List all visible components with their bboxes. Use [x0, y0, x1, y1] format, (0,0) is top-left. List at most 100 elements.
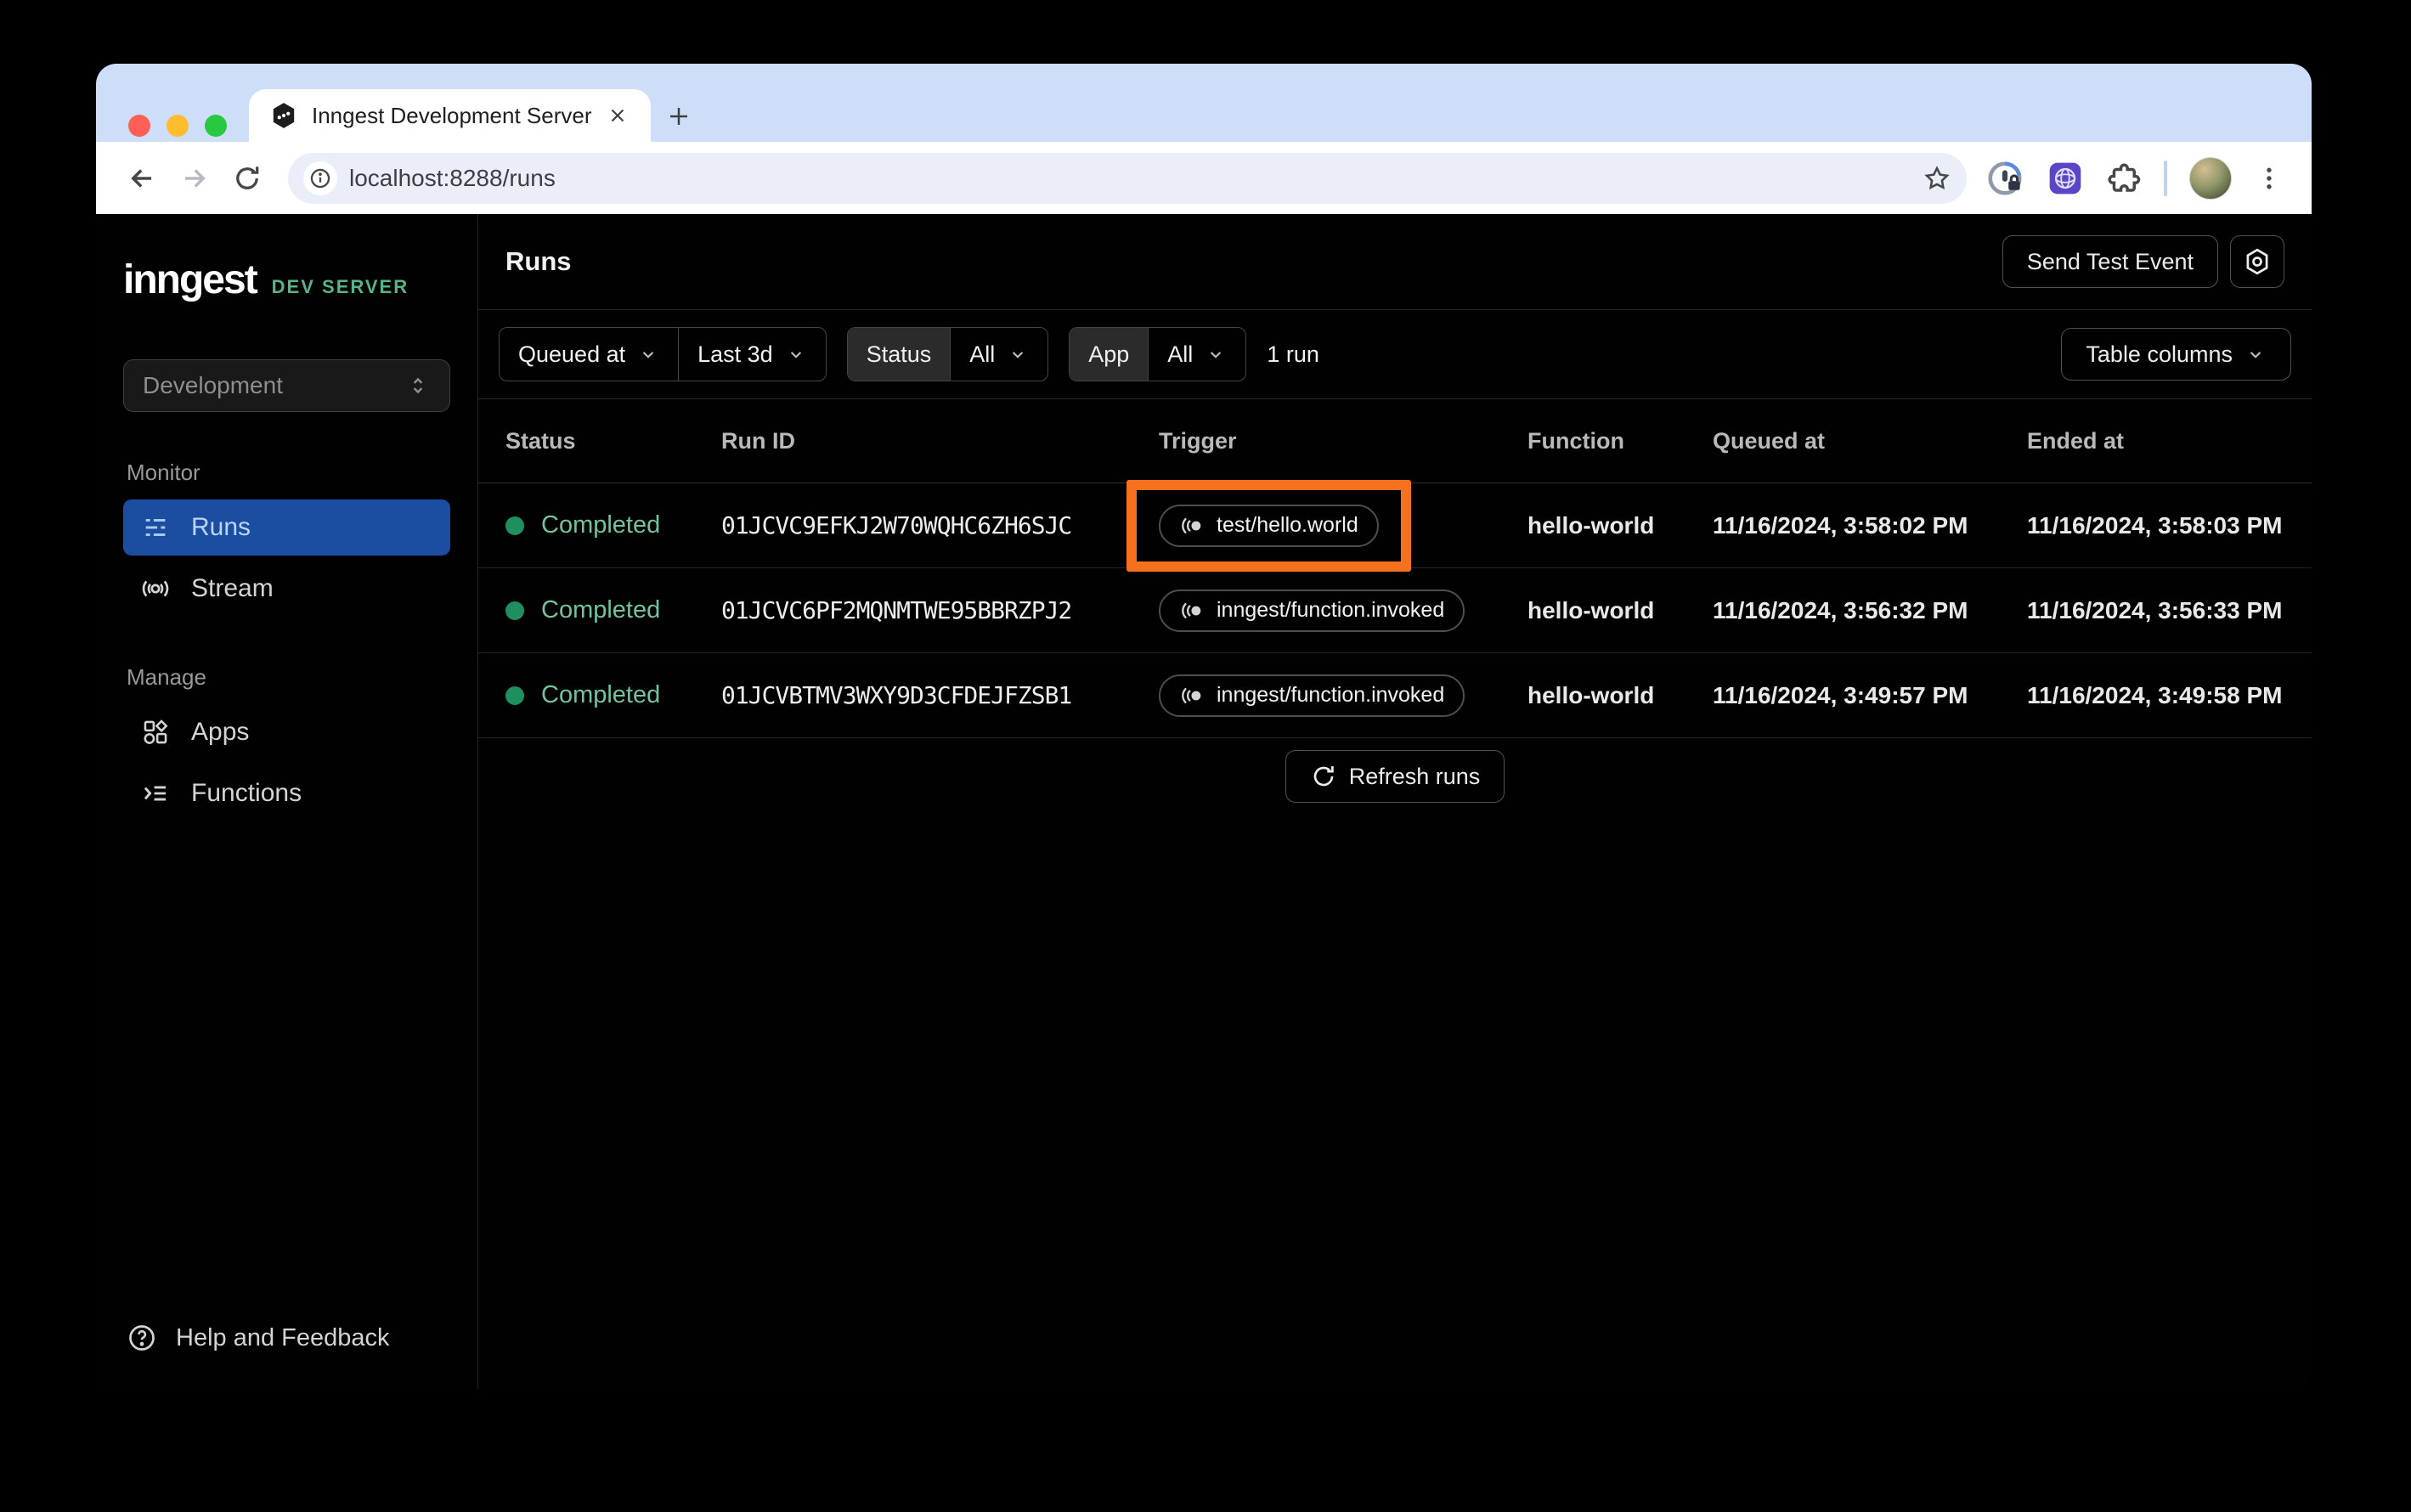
window-controls [128, 115, 227, 137]
chevron-down-icon [642, 352, 654, 358]
ended-at-cell: 11/16/2024, 3:49:58 PM [2027, 681, 2283, 708]
status-filter-group: Status All [846, 327, 1049, 381]
function-cell: hello-world [1527, 681, 1655, 708]
tab-strip: Inngest Development Server [96, 64, 2312, 142]
column-header-trigger: Trigger [1159, 427, 1237, 454]
site-info-icon[interactable] [303, 161, 337, 195]
url-text[interactable]: localhost:8288/runs [349, 165, 1911, 192]
close-window-button[interactable] [128, 115, 150, 137]
refresh-icon [1313, 766, 1334, 787]
sidebar-item-label: Stream [191, 574, 274, 602]
back-icon[interactable] [120, 156, 164, 200]
tab-title: Inngest Development Server [312, 102, 592, 128]
browser-menu-kebab-icon[interactable] [2254, 163, 2284, 194]
function-cell: hello-world [1527, 511, 1655, 539]
status-cell: Completed [505, 511, 721, 539]
time-filter-group: Queued at Last 3d [499, 327, 827, 381]
table-row[interactable]: Completed 01JCVC9EFKJ2W70WQHC6ZH6SJC tes… [478, 479, 2312, 572]
table-columns-button[interactable]: Table columns [2061, 328, 2291, 381]
trigger-badge[interactable]: inngest/function.invoked [1159, 674, 1465, 717]
password-manager-extension-icon[interactable] [1985, 159, 2024, 198]
app-filter-label: App [1070, 328, 1149, 381]
section-label-manage: Manage [127, 664, 206, 690]
minimize-window-button[interactable] [167, 115, 189, 137]
trigger-label: test/hello.world [1217, 513, 1358, 537]
queued-at-cell: 11/16/2024, 3:49:57 PM [1713, 681, 1968, 708]
timestamp-field-dropdown[interactable]: Queued at [500, 328, 678, 381]
status-text: Completed [541, 681, 661, 708]
refresh-runs-button[interactable]: Refresh runs [1285, 750, 1505, 803]
highlight-annotation-box: test/hello.world [1126, 479, 1411, 572]
stream-icon [140, 573, 171, 604]
column-header-function: Function [1527, 427, 1624, 454]
page-header: Runs Send Test Event [478, 214, 2312, 310]
toolbar-separator [2164, 160, 2167, 196]
app-filter-group: App All [1069, 327, 1247, 381]
chevron-down-icon [1013, 352, 1024, 358]
sidebar-item-functions[interactable]: Functions [123, 765, 450, 821]
ended-at-cell: 11/16/2024, 3:58:03 PM [2027, 511, 2283, 539]
purple-extension-icon[interactable] [2047, 160, 2084, 197]
app-filter-dropdown[interactable]: All [1149, 328, 1245, 381]
help-and-feedback[interactable]: Help and Feedback [123, 1323, 450, 1389]
trigger-label: inngest/function.invoked [1217, 598, 1445, 622]
table-row[interactable]: Completed 01JCVBTMV3WXY9D3CFDEJFZSB1 inn… [478, 653, 2312, 738]
app-filter-value: All [1167, 341, 1194, 367]
extensions-area [1985, 156, 2288, 200]
chevron-updown-icon [405, 373, 431, 398]
profile-avatar[interactable] [2189, 156, 2232, 200]
browser-tab[interactable]: Inngest Development Server [249, 89, 651, 142]
table-header: Status Run ID Trigger Function Queued at… [478, 399, 2312, 483]
table-row[interactable]: Completed 01JCVC6PF2MQNMTWE95BBRZPJ2 inn… [478, 568, 2312, 653]
sidebar-item-runs[interactable]: Runs [123, 499, 450, 556]
run-id-cell: 01JCVBTMV3WXY9D3CFDEJFZSB1 [721, 681, 1072, 709]
sidebar-item-label: Functions [191, 779, 302, 807]
inngest-favicon-icon [269, 101, 298, 130]
inngest-logo: inngest [123, 257, 258, 302]
sidebar: inngest DEV SERVER Development Monitor R… [96, 214, 478, 1389]
runs-icon [140, 512, 171, 543]
status-filter-dropdown[interactable]: All [951, 328, 1047, 381]
main-content: Runs Send Test Event Queued at Last 3d S… [478, 214, 2312, 1389]
browser-window: Inngest Development Server localhost:828… [96, 64, 2312, 1389]
trigger-cell: test/hello.world [1126, 479, 1527, 572]
tab-close-icon[interactable] [606, 103, 630, 128]
bookmark-star-icon[interactable] [1923, 164, 1951, 193]
help-label: Help and Feedback [176, 1323, 390, 1351]
queued-at-cell: 11/16/2024, 3:56:32 PM [1713, 596, 1968, 623]
time-range-dropdown[interactable]: Last 3d [679, 328, 826, 381]
table-columns-label: Table columns [2086, 341, 2233, 367]
new-tab-button[interactable] [663, 101, 694, 132]
inngest-app: inngest DEV SERVER Development Monitor R… [96, 214, 2312, 1389]
event-broadcast-icon [1182, 602, 1201, 618]
sidebar-item-apps[interactable]: Apps [123, 704, 450, 760]
forward-icon[interactable] [172, 156, 217, 200]
trigger-cell: inngest/function.invoked [1159, 674, 1527, 717]
reload-icon[interactable] [225, 156, 269, 200]
chevron-down-icon [2250, 352, 2261, 358]
ended-at-cell: 11/16/2024, 3:56:33 PM [2027, 596, 2283, 623]
chevron-down-icon [1211, 352, 1222, 358]
status-text: Completed [541, 511, 661, 539]
settings-button[interactable] [2230, 235, 2284, 288]
trigger-cell: inngest/function.invoked [1159, 589, 1527, 632]
column-header-queued-at: Queued at [1713, 427, 1826, 454]
page-title: Runs [505, 246, 572, 276]
maximize-window-button[interactable] [205, 115, 227, 137]
sidebar-item-label: Runs [191, 513, 251, 541]
event-broadcast-icon [1182, 687, 1201, 703]
trigger-badge[interactable]: test/hello.world [1159, 504, 1379, 547]
environment-select[interactable]: Development [123, 359, 450, 412]
extensions-puzzle-icon[interactable] [2106, 161, 2142, 196]
trigger-badge[interactable]: inngest/function.invoked [1159, 589, 1465, 632]
status-filter-label: Status [847, 328, 951, 381]
status-cell: Completed [505, 681, 721, 709]
address-bar[interactable]: localhost:8288/runs [288, 152, 1967, 204]
apps-icon [140, 717, 171, 748]
sidebar-item-label: Apps [191, 718, 250, 746]
queued-at-cell: 11/16/2024, 3:58:02 PM [1713, 511, 1968, 539]
send-test-event-button[interactable]: Send Test Event [2002, 235, 2218, 288]
sidebar-item-stream[interactable]: Stream [123, 561, 450, 617]
status-dot-completed [505, 516, 524, 535]
help-icon [127, 1323, 157, 1353]
